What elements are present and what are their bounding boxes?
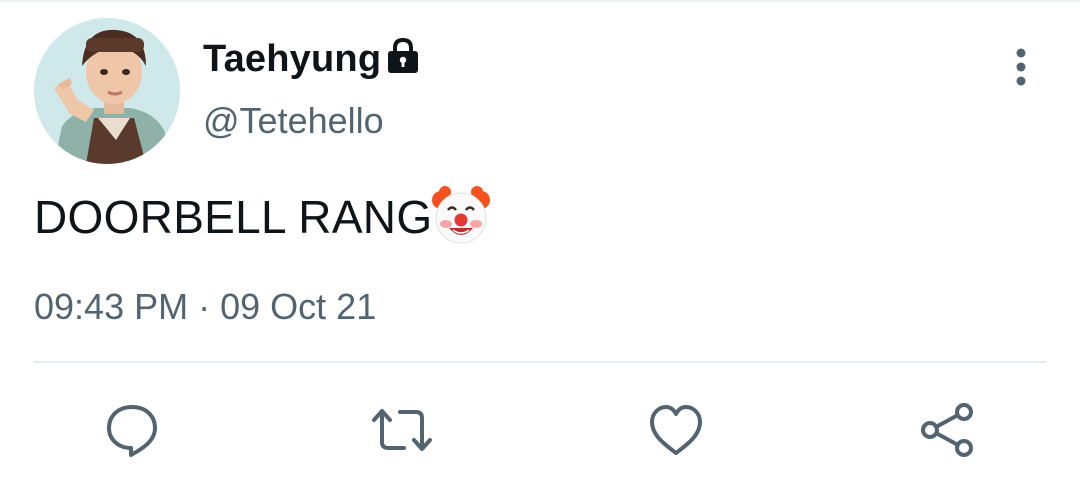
tweet-timestamp[interactable]: 09:43 PM · 09 Oct 21 [34,286,376,328]
share-button[interactable] [916,398,980,462]
lock-icon [388,37,418,73]
handle[interactable]: @Tetehello [203,100,384,142]
tweet-text: DOORBELL RANG [34,191,433,243]
display-name[interactable]: Taehyung [203,38,381,81]
timestamp-separator: · [198,286,211,327]
tweet-time: 09:43 PM [34,286,189,327]
like-button[interactable] [644,398,708,462]
reply-button[interactable] [100,398,164,462]
divider [34,361,1046,363]
clown-face-emoji [432,186,490,244]
more-vertical-icon[interactable] [1004,46,1038,90]
retweet-button[interactable] [370,398,434,462]
heart-icon [650,405,702,455]
tweet-date: 09 Oct 21 [220,286,377,327]
share-nodes-icon [921,403,973,457]
speech-bubble-icon [107,405,157,457]
top-border [0,0,1080,2]
avatar[interactable] [34,18,180,164]
retweet-arrows-icon [372,409,432,451]
avatar-photo [34,18,180,164]
